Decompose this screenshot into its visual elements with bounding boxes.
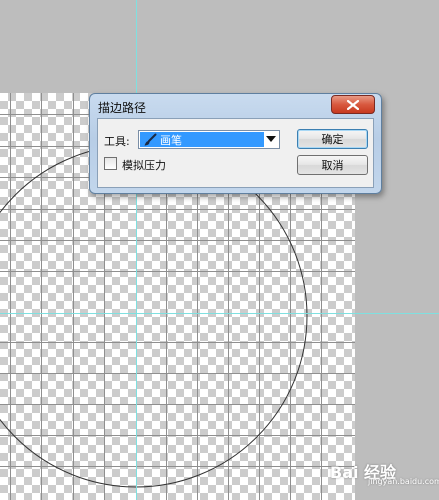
tool-select-value: 画笔 [140, 132, 264, 147]
chevron-down-icon[interactable] [266, 136, 276, 142]
horizontal-guide[interactable] [0, 313, 439, 314]
dialog-body: 工具: 画笔 模拟压力 确定 取消 [97, 118, 374, 188]
dialog-title: 描边路径 [98, 101, 147, 115]
stroke-path-dialog: 描边路径 工具: 画笔 模拟压力 确定 取消 [89, 93, 382, 194]
close-button[interactable] [331, 95, 375, 114]
tool-label: 工具: [104, 135, 130, 148]
simulate-pressure-checkbox[interactable] [104, 157, 117, 170]
simulate-pressure-label[interactable]: 模拟压力 [122, 157, 166, 173]
vertical-guide[interactable] [136, 0, 137, 500]
tool-select-text: 画笔 [160, 133, 182, 147]
dialog-titlebar[interactable]: 描边路径 [90, 94, 381, 118]
cancel-button[interactable]: 取消 [297, 155, 368, 175]
watermark-url: jingyan.baidu.com [368, 477, 439, 486]
watermark: Bai 经验 jingyan.baidu.com [330, 451, 439, 486]
tool-select[interactable]: 画笔 [138, 130, 280, 149]
ok-button[interactable]: 确定 [297, 129, 368, 149]
close-icon [347, 99, 359, 110]
brush-icon [144, 133, 157, 145]
